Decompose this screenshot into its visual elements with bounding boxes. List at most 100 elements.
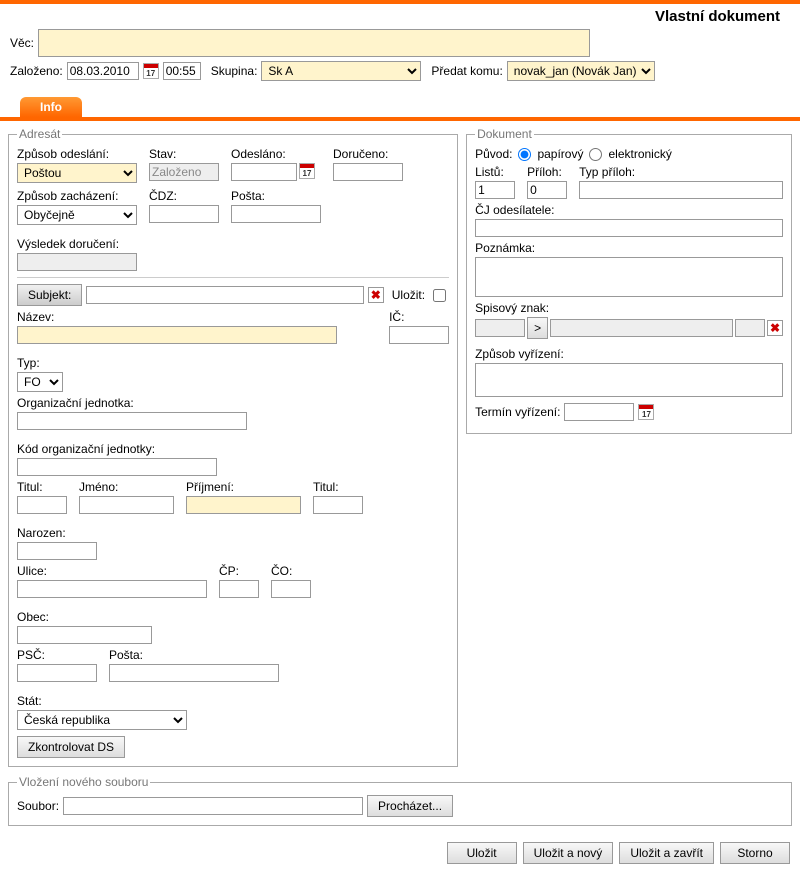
soubor-input[interactable] — [63, 797, 363, 815]
zalozeno-date-input[interactable] — [67, 62, 139, 80]
typ-priloh-input[interactable] — [579, 181, 783, 199]
storno-button[interactable]: Storno — [720, 842, 790, 864]
papirovy-radio[interactable] — [518, 148, 531, 161]
titul1-input[interactable] — [17, 496, 67, 514]
doruceno-label: Doručeno: — [333, 147, 403, 161]
titul2-input[interactable] — [313, 496, 363, 514]
narozen-label: Narozen: — [17, 526, 97, 540]
listu-input[interactable] — [475, 181, 515, 199]
tab-info[interactable]: Info — [20, 97, 82, 117]
typ-priloh-label: Typ příloh: — [579, 165, 783, 179]
obec-label: Obec: — [17, 610, 152, 624]
jmeno-input[interactable] — [79, 496, 174, 514]
obec-input[interactable] — [17, 626, 152, 644]
adresat-fieldset: Adresát Způsob odeslání: Poštou Stav: Od… — [8, 127, 458, 767]
calendar-icon[interactable]: 17 — [638, 404, 654, 420]
ulozit-zavrit-button[interactable]: Uložit a zavřít — [619, 842, 714, 864]
zpusob-odeslani-label: Způsob odeslání: — [17, 147, 137, 161]
clear-icon[interactable]: ✖ — [368, 287, 384, 303]
elektronicky-label: elektronický — [608, 147, 671, 161]
psc-label: PSČ: — [17, 648, 97, 662]
zalozeno-label: Založeno: — [10, 64, 63, 78]
stat-select[interactable]: Česká republika — [17, 710, 187, 730]
vysledek-label: Výsledek doručení: — [17, 237, 137, 251]
doruceno-input[interactable] — [333, 163, 403, 181]
papirovy-label: papírový — [537, 147, 583, 161]
zachazeni-select[interactable]: Obyčejně — [17, 205, 137, 225]
titul2-label: Titul: — [313, 480, 363, 494]
spisovy-browse-button[interactable]: > — [527, 317, 548, 339]
zalozeno-time-input[interactable] — [163, 62, 201, 80]
org-input[interactable] — [17, 412, 247, 430]
prijmeni-input[interactable] — [186, 496, 301, 514]
titul1-label: Titul: — [17, 480, 67, 494]
ulozit-checkbox[interactable] — [433, 289, 446, 302]
spisovy-label: Spisový znak: — [475, 301, 783, 315]
zkontrolovat-ds-button[interactable]: Zkontrolovat DS — [17, 736, 125, 758]
ulozit-check-label: Uložit: — [392, 288, 425, 302]
spisovy-extra-input — [735, 319, 765, 337]
cp-input[interactable] — [219, 580, 259, 598]
ulozit-novy-button[interactable]: Uložit a nový — [523, 842, 614, 864]
skupina-select[interactable]: Sk A — [261, 61, 421, 81]
zpusob-odeslani-select[interactable]: Poštou — [17, 163, 137, 183]
jmeno-label: Jméno: — [79, 480, 174, 494]
termin-input[interactable] — [564, 403, 634, 421]
typ-label: Typ: — [17, 356, 63, 370]
subjekt-button[interactable]: Subjekt: — [17, 284, 82, 306]
priloh-input[interactable] — [527, 181, 567, 199]
priloh-label: Příloh: — [527, 165, 567, 179]
stav-label: Stav: — [149, 147, 219, 161]
posta-input[interactable] — [231, 205, 321, 223]
poznamka-input[interactable] — [475, 257, 783, 297]
calendar-icon[interactable]: 17 — [299, 163, 315, 179]
soubor-fieldset: Vložení nového souboru Soubor: Procházet… — [8, 775, 792, 826]
vec-input[interactable] — [38, 29, 590, 57]
zachazeni-label: Způsob zacházení: — [17, 189, 137, 203]
ulozit-button[interactable]: Uložit — [447, 842, 517, 864]
posta-label: Pošta: — [231, 189, 321, 203]
prijmeni-label: Příjmení: — [186, 480, 301, 494]
cp-label: ČP: — [219, 564, 259, 578]
stav-input — [149, 163, 219, 181]
predat-label: Předat komu: — [431, 64, 502, 78]
predat-select[interactable]: novak_jan (Novák Jan) — [507, 61, 655, 81]
co-input[interactable] — [271, 580, 311, 598]
soubor-label: Soubor: — [17, 799, 59, 813]
psc-input[interactable] — [17, 664, 97, 682]
org-label: Organizační jednotka: — [17, 396, 247, 410]
nazev-input[interactable] — [17, 326, 337, 344]
co-label: ČO: — [271, 564, 311, 578]
subjekt-input[interactable] — [86, 286, 363, 304]
nazev-label: Název: — [17, 310, 377, 324]
poznamka-label: Poznámka: — [475, 241, 783, 255]
ulice-label: Ulice: — [17, 564, 207, 578]
listu-label: Listů: — [475, 165, 515, 179]
typ-select[interactable]: FO — [17, 372, 63, 392]
elektronicky-radio[interactable] — [589, 148, 602, 161]
calendar-icon[interactable]: 17 — [143, 63, 159, 79]
dokument-legend: Dokument — [475, 127, 534, 141]
kod-org-input[interactable] — [17, 458, 217, 476]
adresat-legend: Adresát — [17, 127, 62, 141]
cj-input[interactable] — [475, 219, 783, 237]
odeslano-label: Odesláno: — [231, 147, 321, 161]
cj-label: ČJ odesílatele: — [475, 203, 783, 217]
clear-icon[interactable]: ✖ — [767, 320, 783, 336]
prochazet-button[interactable]: Procházet... — [367, 795, 453, 817]
zpusob-vyrizeni-label: Způsob vyřízení: — [475, 347, 783, 361]
soubor-legend: Vložení nového souboru — [17, 775, 150, 789]
ic-label: IČ: — [389, 310, 449, 324]
posta2-label: Pošta: — [109, 648, 279, 662]
cdz-input[interactable] — [149, 205, 219, 223]
ulice-input[interactable] — [17, 580, 207, 598]
posta2-input[interactable] — [109, 664, 279, 682]
ic-input[interactable] — [389, 326, 449, 344]
spisovy-code-input — [475, 319, 525, 337]
vec-label: Věc: — [10, 36, 34, 50]
zpusob-vyrizeni-input[interactable] — [475, 363, 783, 397]
page-title: Vlastní dokument — [655, 8, 780, 25]
dokument-fieldset: Dokument Původ: papírový elektronický Li… — [466, 127, 792, 434]
narozen-input[interactable] — [17, 542, 97, 560]
odeslano-input[interactable] — [231, 163, 297, 181]
